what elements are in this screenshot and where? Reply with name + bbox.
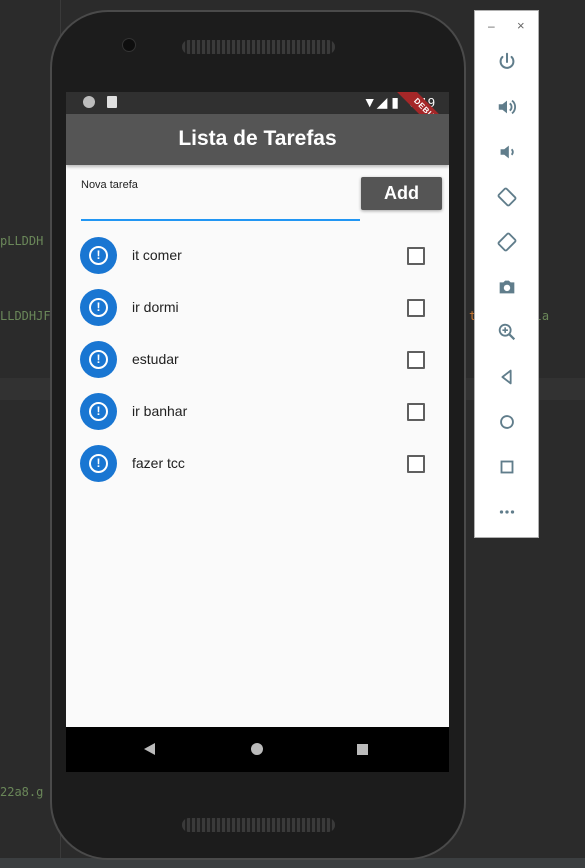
task-title: ir dormi	[132, 299, 179, 315]
alert-circle-icon: !	[80, 237, 117, 274]
signal-battery-icon: ▼◢ ▮	[362, 94, 399, 110]
ide-code-line: pLLDDH	[0, 234, 44, 248]
home-icon[interactable]	[251, 743, 263, 755]
status-bar: ▼◢ ▮ 3:19	[66, 92, 449, 114]
power-icon[interactable]	[495, 51, 519, 75]
back-icon[interactable]	[495, 366, 519, 390]
phone-screen: ▼◢ ▮ 3:19 DEBUG Lista de Tarefas Nova ta…	[66, 92, 449, 772]
more-icon[interactable]	[495, 501, 519, 525]
rotate-right-icon[interactable]	[495, 231, 519, 255]
task-title: estudar	[132, 351, 179, 367]
task-checkbox[interactable]	[407, 403, 425, 421]
top-speaker	[182, 40, 335, 54]
ide-code-line: LLDDHJF	[0, 309, 51, 323]
back-icon[interactable]	[144, 743, 155, 755]
task-title: it comer	[132, 247, 182, 263]
task-item[interactable]: ! estudar	[66, 334, 449, 386]
task-title: ir banhar	[132, 403, 188, 419]
rotate-left-icon[interactable]	[495, 186, 519, 210]
new-task-label: Nova tarefa	[81, 179, 138, 191]
sd-card-icon	[107, 96, 117, 108]
alert-circle-icon: !	[80, 289, 117, 326]
android-nav-bar	[66, 727, 449, 772]
task-item[interactable]: ! ir banhar	[66, 386, 449, 438]
overview-icon[interactable]	[495, 456, 519, 480]
task-item[interactable]: ! fazer tcc	[66, 438, 449, 490]
notification-icon	[83, 96, 95, 108]
task-checkbox[interactable]	[407, 455, 425, 473]
app-title: Lista de Tarefas	[178, 127, 337, 150]
home-icon[interactable]	[495, 411, 519, 435]
new-task-input[interactable]	[81, 219, 360, 221]
task-checkbox[interactable]	[407, 299, 425, 317]
ide-code-line: 22a8.g	[0, 785, 44, 799]
volume-down-icon[interactable]	[495, 141, 519, 165]
bottom-speaker	[182, 818, 335, 832]
alert-circle-icon: !	[80, 393, 117, 430]
app-bar: Lista de Tarefas	[66, 114, 449, 165]
task-checkbox[interactable]	[407, 351, 425, 369]
task-title: fazer tcc	[132, 455, 185, 471]
alert-circle-icon: !	[80, 341, 117, 378]
camera-icon[interactable]	[495, 276, 519, 300]
task-item[interactable]: ! it comer	[66, 230, 449, 282]
emulator-toolbar: – ×	[474, 10, 539, 538]
task-item[interactable]: ! ir dormi	[66, 282, 449, 334]
close-button[interactable]: ×	[517, 18, 525, 33]
alert-circle-icon: !	[80, 445, 117, 482]
task-checkbox[interactable]	[407, 247, 425, 265]
overview-icon[interactable]	[357, 744, 368, 755]
front-camera	[122, 38, 136, 52]
minimize-button[interactable]: –	[488, 19, 495, 33]
add-button[interactable]: Add	[361, 177, 442, 210]
volume-up-icon[interactable]	[495, 96, 519, 120]
zoom-icon[interactable]	[495, 321, 519, 345]
